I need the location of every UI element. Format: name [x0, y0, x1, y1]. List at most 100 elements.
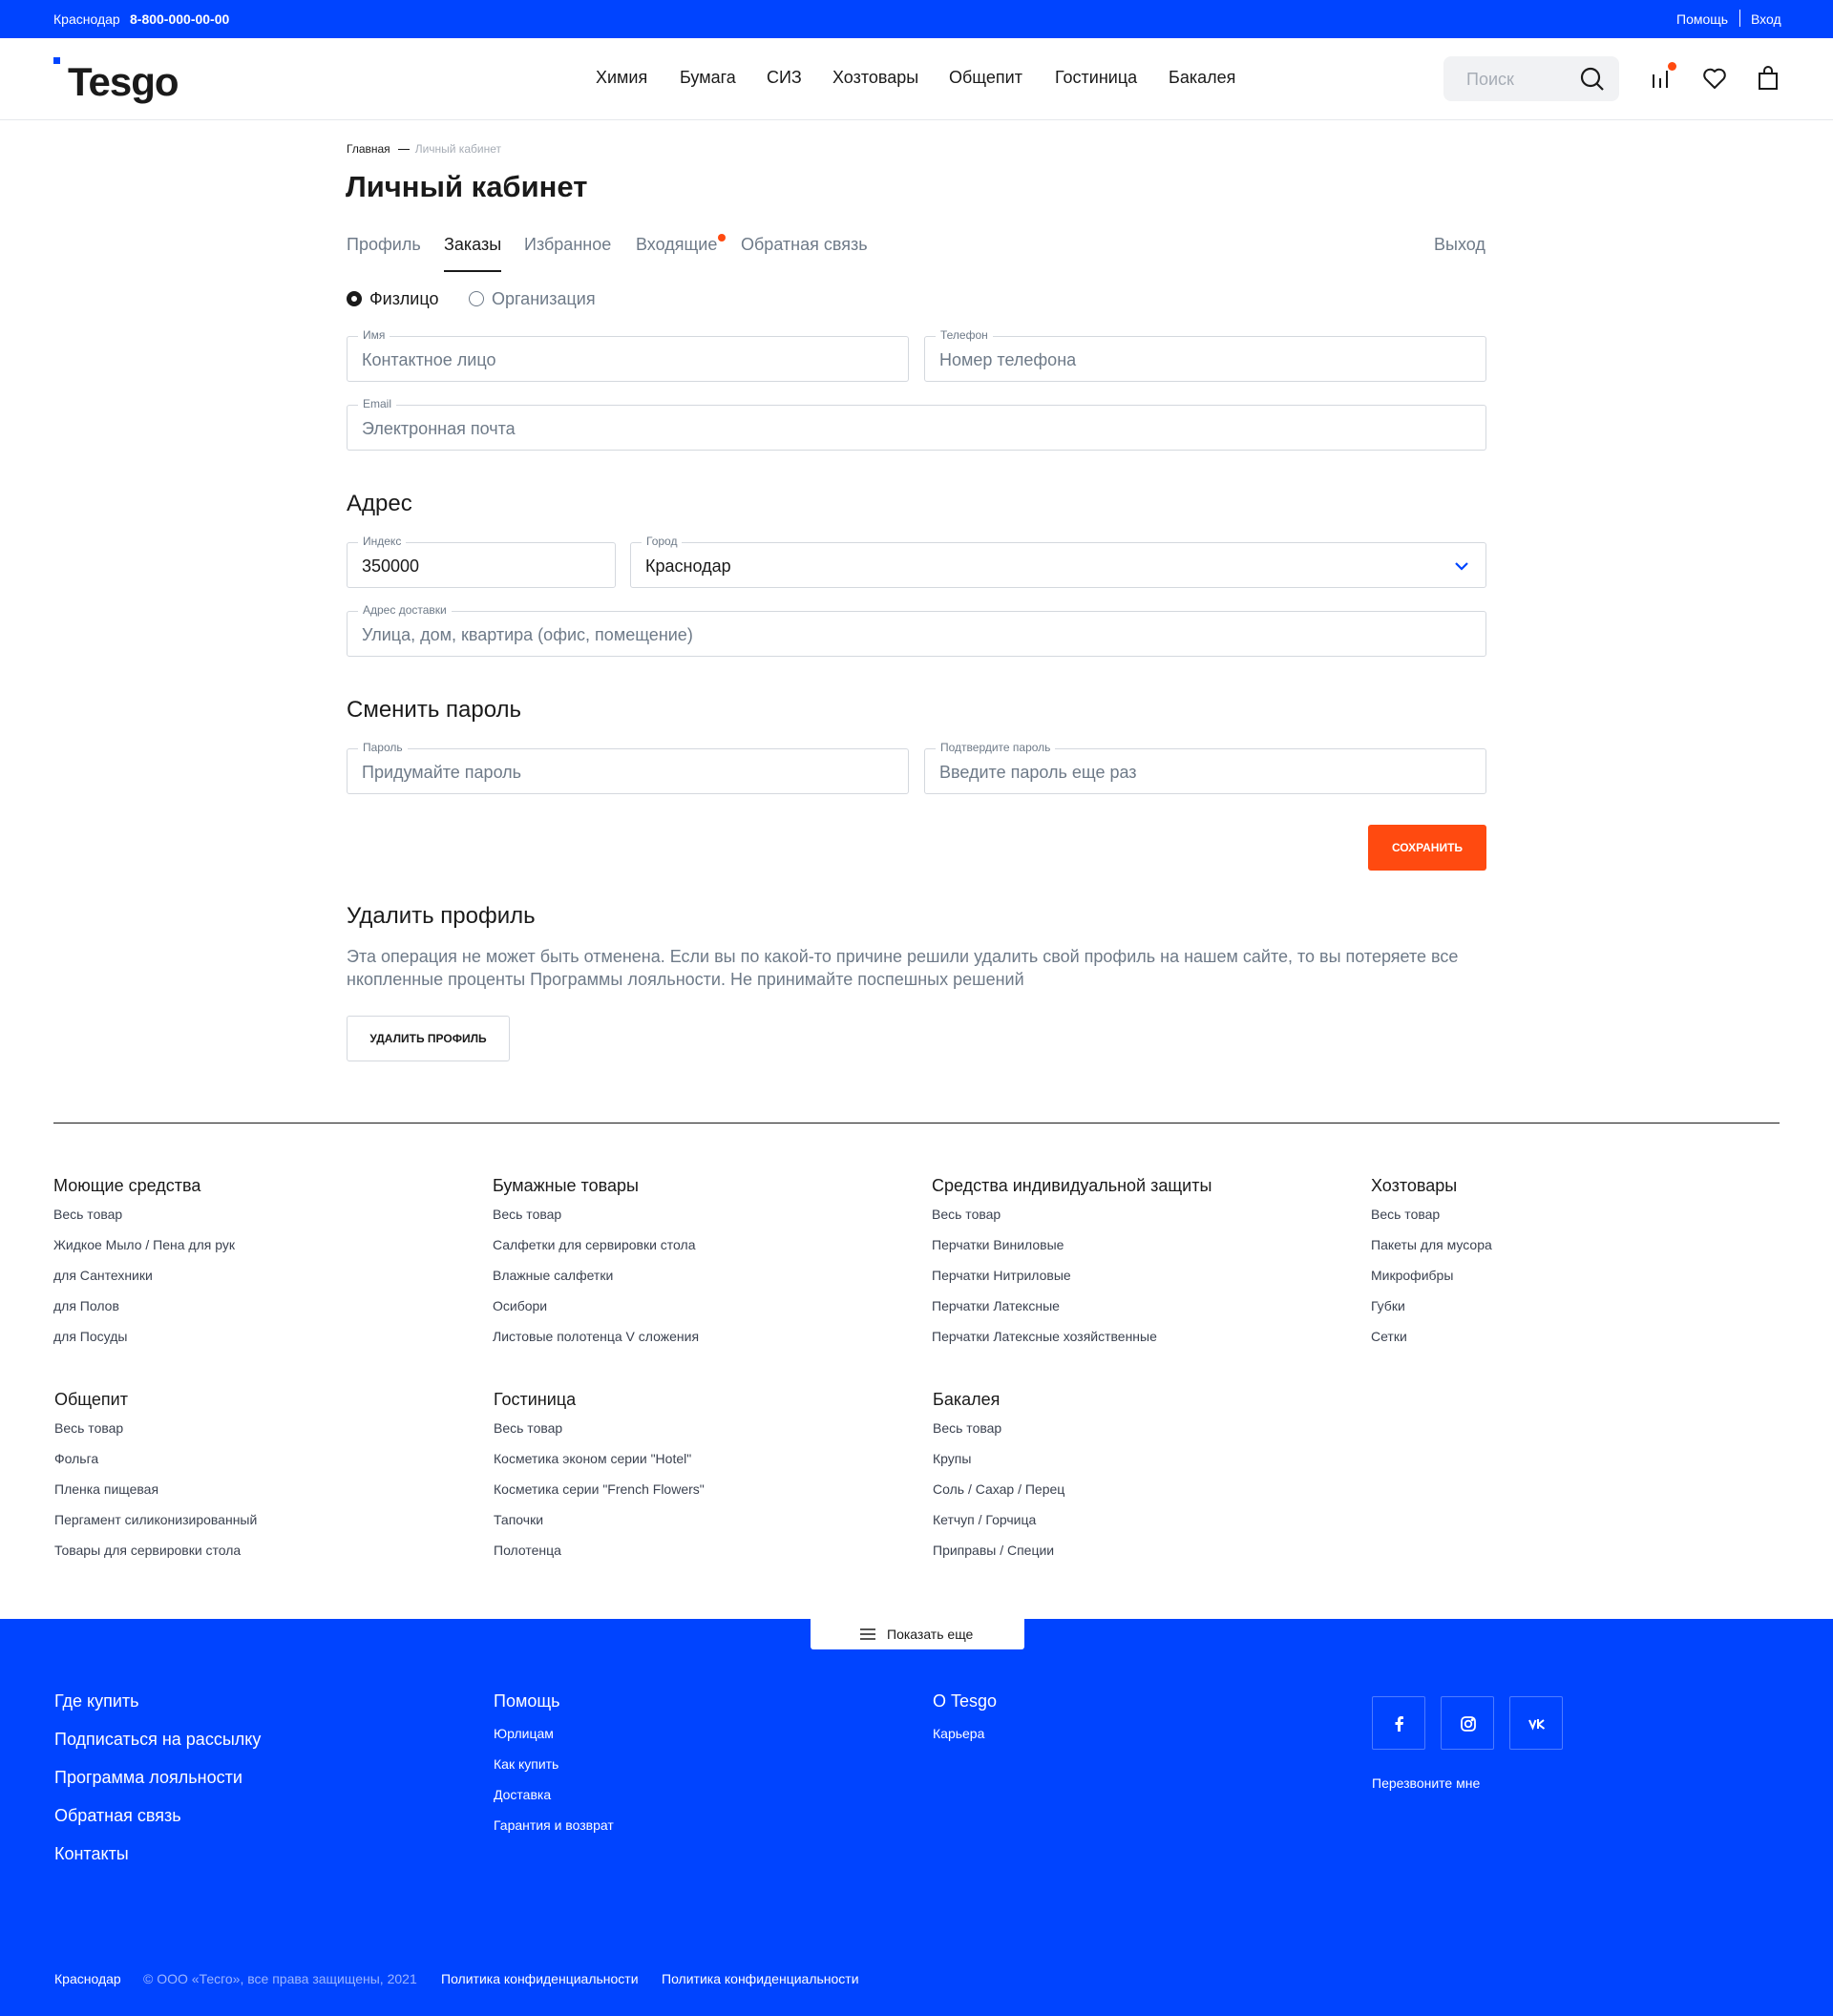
nav-item-chemistry[interactable]: Химия: [596, 68, 647, 88]
tab-orders[interactable]: Заказы: [444, 235, 502, 272]
footer-link[interactable]: Товары для сервировки стола: [54, 1535, 257, 1565]
footer-link-feedback[interactable]: Обратная связь: [54, 1806, 261, 1844]
footer-link[interactable]: для Сантехники: [53, 1260, 235, 1291]
footer-link[interactable]: Весь товар: [494, 1413, 705, 1443]
footer-link[interactable]: Юрлицам: [494, 1718, 614, 1749]
footer-link[interactable]: Доставка: [494, 1779, 614, 1810]
footer-link-subscribe[interactable]: Подписаться на рассылку: [54, 1730, 261, 1768]
footer-link[interactable]: Перчатки Нитриловые: [932, 1260, 1211, 1291]
footer-category-title[interactable]: Средства индивидуальной защиты: [932, 1176, 1211, 1199]
footer-link[interactable]: Пергамент силиконизированный: [54, 1504, 257, 1535]
footer-link[interactable]: Весь товар: [933, 1413, 1064, 1443]
city-select[interactable]: Город Краснодар: [630, 535, 1486, 588]
phone-number[interactable]: 8-800-000-00-00: [130, 11, 229, 27]
footer-link[interactable]: Перчатки Латексные: [932, 1291, 1211, 1321]
footer-category-title[interactable]: Бакалея: [933, 1390, 1064, 1413]
facebook-button[interactable]: [1372, 1696, 1425, 1750]
footer-link-where-to-buy[interactable]: Где купить: [54, 1691, 261, 1730]
footer-link[interactable]: Перчатки Латексные хозяйственные: [932, 1321, 1211, 1352]
nav-item-catering[interactable]: Общепит: [949, 68, 1022, 88]
city-selector[interactable]: Краснодар: [53, 11, 120, 27]
field-placeholder: Электронная почта: [362, 419, 516, 438]
show-more-label: Показать еще: [887, 1627, 974, 1642]
footer-link[interactable]: Приправы / Специи: [933, 1535, 1064, 1565]
tab-profile[interactable]: Профиль: [347, 235, 421, 255]
footer-link[interactable]: Весь товар: [1371, 1199, 1492, 1229]
heart-icon[interactable]: [1701, 65, 1728, 92]
search-icon[interactable]: [1579, 66, 1606, 93]
tab-favorites[interactable]: Избранное: [524, 235, 611, 255]
footer-link[interactable]: Кетчуп / Горчица: [933, 1504, 1064, 1535]
footer-category-title[interactable]: Хозтовары: [1371, 1176, 1492, 1199]
bag-icon[interactable]: [1755, 65, 1781, 92]
delete-profile-button[interactable]: УДАЛИТЬ ПРОФИЛЬ: [347, 1016, 510, 1061]
footer-link[interactable]: Гарантия и возврат: [494, 1810, 614, 1840]
help-link[interactable]: Помощь: [1676, 11, 1728, 27]
footer-link[interactable]: Перчатки Виниловые: [932, 1229, 1211, 1260]
save-button[interactable]: СОХРАНИТЬ: [1368, 825, 1486, 871]
footer-link[interactable]: для Посуды: [53, 1321, 235, 1352]
footer-link-loyalty[interactable]: Программа лояльности: [54, 1768, 261, 1806]
footer-link[interactable]: Полотенца: [494, 1535, 705, 1565]
tab-feedback[interactable]: Обратная связь: [741, 235, 868, 255]
login-link[interactable]: Вход: [1751, 11, 1781, 27]
footer-link[interactable]: Как купить: [494, 1749, 614, 1779]
nav-item-hotel[interactable]: Гостиница: [1055, 68, 1137, 88]
chevron-down-icon[interactable]: [1453, 557, 1470, 575]
logout-link[interactable]: Выход: [1434, 235, 1485, 255]
footer-category-title[interactable]: Моющие средства: [53, 1176, 235, 1199]
footer-link[interactable]: Влажные салфетки: [493, 1260, 699, 1291]
footer-link[interactable]: Микрофибры: [1371, 1260, 1492, 1291]
search-input[interactable]: Поиск: [1466, 70, 1514, 90]
footer-help-title[interactable]: Помощь: [494, 1691, 614, 1718]
footer-link[interactable]: Тапочки: [494, 1504, 705, 1535]
nav-item-household[interactable]: Хозтовары: [832, 68, 918, 88]
show-more-button[interactable]: Показать еще: [811, 1619, 1024, 1649]
footer-category-title[interactable]: Гостиница: [494, 1390, 705, 1413]
footer-link[interactable]: Пакеты для мусора: [1371, 1229, 1492, 1260]
footer-category-title[interactable]: Бумажные товары: [493, 1176, 699, 1199]
footer-link[interactable]: Листовые полотенца V сложения: [493, 1321, 699, 1352]
breadcrumb-home[interactable]: Главная: [347, 142, 390, 156]
footer-link[interactable]: Весь товар: [54, 1413, 257, 1443]
footer-link[interactable]: Жидкое Мыло / Пена для рук: [53, 1229, 235, 1260]
confirm-password-field[interactable]: Подтвердите пароль Введите пароль еще ра…: [924, 741, 1486, 794]
email-field[interactable]: Email Электронная почта: [347, 397, 1486, 451]
footer-link[interactable]: Сетки: [1371, 1321, 1492, 1352]
footer-link[interactable]: Осибори: [493, 1291, 699, 1321]
postal-code-field[interactable]: Индекс 350000: [347, 535, 616, 588]
vk-button[interactable]: [1509, 1696, 1563, 1750]
logo-text: Tesgo: [68, 59, 179, 104]
bottom-city[interactable]: Краснодар: [54, 1971, 121, 1986]
name-field[interactable]: Имя Контактное лицо: [347, 328, 909, 382]
footer-link[interactable]: Соль / Сахар / Перец: [933, 1474, 1064, 1504]
footer-link[interactable]: Крупы: [933, 1443, 1064, 1474]
footer-link[interactable]: Косметика эконом серии "Hotel": [494, 1443, 705, 1474]
password-field[interactable]: Пароль Придумайте пароль: [347, 741, 909, 794]
footer-about-title[interactable]: О Tesgo: [933, 1691, 997, 1718]
footer-link-contacts[interactable]: Контакты: [54, 1844, 261, 1882]
nav-item-grocery[interactable]: Бакалея: [1169, 68, 1235, 88]
instagram-button[interactable]: [1441, 1696, 1494, 1750]
nav-item-ppe[interactable]: СИЗ: [767, 68, 802, 88]
footer-link[interactable]: Салфетки для сервировки стола: [493, 1229, 699, 1260]
footer-category-title[interactable]: Общепит: [54, 1390, 257, 1413]
footer-link[interactable]: Весь товар: [932, 1199, 1211, 1229]
footer-link[interactable]: Губки: [1371, 1291, 1492, 1321]
privacy-policy-link-2[interactable]: Политика конфиденциальности: [662, 1971, 859, 1986]
phone-field[interactable]: Телефон Номер телефона: [924, 328, 1486, 382]
nav-item-paper[interactable]: Бумага: [680, 68, 736, 88]
search-box[interactable]: Поиск: [1443, 56, 1619, 101]
delivery-address-field[interactable]: Адрес доставки Улица, дом, квартира (офи…: [347, 603, 1486, 657]
footer-link[interactable]: для Полов: [53, 1291, 235, 1321]
footer-link[interactable]: Косметика серии "French Flowers": [494, 1474, 705, 1504]
footer-link[interactable]: Карьера: [933, 1718, 997, 1749]
footer-link[interactable]: Весь товар: [53, 1199, 235, 1229]
privacy-policy-link[interactable]: Политика конфиденциальности: [441, 1971, 639, 1986]
tab-inbox[interactable]: Входящие: [636, 235, 717, 255]
footer-link[interactable]: Пленка пищевая: [54, 1474, 257, 1504]
footer-link[interactable]: Весь товар: [493, 1199, 699, 1229]
callback-link[interactable]: Перезвоните мне: [1372, 1775, 1480, 1791]
footer-link[interactable]: Фольга: [54, 1443, 257, 1474]
bottom-bar: Краснодар © ООО «Тесго», все права защищ…: [0, 1933, 1833, 2016]
